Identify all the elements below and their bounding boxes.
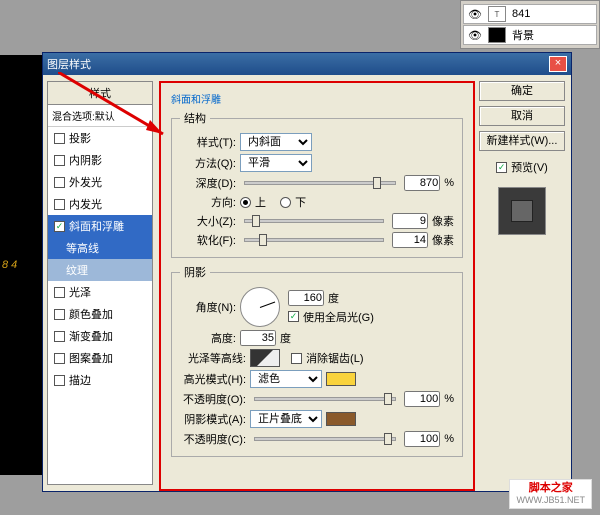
- visibility-icon[interactable]: 👁: [468, 29, 482, 42]
- gloss-label: 光泽等高线:: [180, 350, 246, 366]
- shading-group: 阴影 角度(N): 度 ✓使用全局光(G) 高度:度 光泽等高线: 消除锯齿(L…: [171, 264, 463, 457]
- highlight-opacity-slider[interactable]: [254, 397, 396, 401]
- shadow-mode-label: 阴影模式(A):: [180, 411, 246, 427]
- style-item-纹理[interactable]: 纹理: [48, 259, 152, 281]
- direction-up-radio[interactable]: [240, 197, 251, 208]
- altitude-label: 高度:: [180, 330, 236, 346]
- technique-label: 方法(Q):: [180, 155, 236, 171]
- depth-slider[interactable]: [244, 181, 396, 185]
- close-icon[interactable]: ×: [549, 56, 567, 72]
- layer-thumb: T: [488, 6, 506, 22]
- layer-row[interactable]: 👁 T 841: [463, 4, 597, 24]
- style-item-等高线[interactable]: 等高线: [48, 237, 152, 259]
- style-item-外发光[interactable]: 外发光: [48, 171, 152, 193]
- layer-name: 背景: [512, 27, 534, 43]
- angle-dial[interactable]: [240, 287, 280, 327]
- direction-down-radio[interactable]: [280, 197, 291, 208]
- new-style-button[interactable]: 新建样式(W)...: [479, 131, 565, 151]
- visibility-icon[interactable]: 👁: [468, 8, 482, 21]
- depth-label: 深度(D):: [180, 175, 236, 191]
- highlight-mode-select[interactable]: 滤色: [250, 370, 322, 388]
- preview-checkbox[interactable]: ✓: [496, 162, 507, 173]
- structure-legend: 结构: [180, 110, 210, 126]
- angle-label: 角度(N):: [180, 299, 236, 315]
- soften-input[interactable]: [392, 232, 428, 248]
- shadow-opacity-slider[interactable]: [254, 437, 396, 441]
- style-checkbox[interactable]: [54, 375, 65, 386]
- opacity-label: 不透明度(O):: [180, 391, 246, 407]
- layer-thumb: [488, 27, 506, 43]
- style-checkbox[interactable]: [54, 309, 65, 320]
- dialog-title: 图层样式: [47, 56, 91, 72]
- highlight-color-swatch[interactable]: [326, 372, 356, 386]
- structure-group: 结构 样式(T):内斜面 方法(Q):平滑 深度(D):% 方向:上 下 大小(…: [171, 110, 463, 258]
- style-checkbox[interactable]: [54, 331, 65, 342]
- style-checkbox[interactable]: [54, 353, 65, 364]
- shadow-color-swatch[interactable]: [326, 412, 356, 426]
- style-item-投影[interactable]: 投影: [48, 127, 152, 149]
- opacity-label: 不透明度(C):: [180, 431, 246, 447]
- style-item-斜面和浮雕[interactable]: ✓斜面和浮雕: [48, 215, 152, 237]
- shading-legend: 阴影: [180, 264, 210, 280]
- styles-list: 样式 混合选项:默认 投影内阴影外发光内发光✓斜面和浮雕等高线纹理光泽颜色叠加渐…: [47, 81, 153, 485]
- style-checkbox[interactable]: [54, 199, 65, 210]
- size-slider[interactable]: [244, 219, 384, 223]
- style-select[interactable]: 内斜面: [240, 133, 312, 151]
- size-label: 大小(Z):: [180, 213, 236, 229]
- style-checkbox[interactable]: ✓: [54, 221, 65, 232]
- style-item-光泽[interactable]: 光泽: [48, 281, 152, 303]
- gloss-contour[interactable]: [250, 349, 280, 367]
- style-item-内阴影[interactable]: 内阴影: [48, 149, 152, 171]
- size-input[interactable]: [392, 213, 428, 229]
- style-checkbox[interactable]: [54, 287, 65, 298]
- panel-heading: 斜面和浮雕: [171, 91, 463, 106]
- style-label: 样式(T):: [180, 134, 236, 150]
- style-checkbox[interactable]: [54, 133, 65, 144]
- layer-name: 841: [512, 8, 530, 20]
- style-checkbox[interactable]: [54, 177, 65, 188]
- shadow-opacity-input[interactable]: [404, 431, 440, 447]
- ok-button[interactable]: 确定: [479, 81, 565, 101]
- antialias-checkbox[interactable]: [291, 353, 302, 364]
- global-light-checkbox[interactable]: ✓: [288, 311, 299, 322]
- style-item-描边[interactable]: 描边: [48, 369, 152, 391]
- highlight-mode-label: 高光模式(H):: [180, 371, 246, 387]
- style-item-渐变叠加[interactable]: 渐变叠加: [48, 325, 152, 347]
- styles-header: 样式: [48, 82, 152, 105]
- style-item-颜色叠加[interactable]: 颜色叠加: [48, 303, 152, 325]
- settings-panel: 斜面和浮雕 结构 样式(T):内斜面 方法(Q):平滑 深度(D):% 方向:上…: [159, 81, 475, 485]
- effect-preview: [498, 187, 546, 235]
- highlight-opacity-input[interactable]: [404, 391, 440, 407]
- shadow-mode-select[interactable]: 正片叠底: [250, 410, 322, 428]
- direction-label: 方向:: [180, 194, 236, 210]
- angle-input[interactable]: [288, 290, 324, 306]
- style-item-图案叠加[interactable]: 图案叠加: [48, 347, 152, 369]
- soften-label: 软化(F):: [180, 232, 236, 248]
- style-item-内发光[interactable]: 内发光: [48, 193, 152, 215]
- layers-panel: 👁 T 841 👁 背景: [460, 0, 600, 49]
- layer-row[interactable]: 👁 背景: [463, 25, 597, 45]
- depth-input[interactable]: [404, 175, 440, 191]
- technique-select[interactable]: 平滑: [240, 154, 312, 172]
- titlebar[interactable]: 图层样式 ×: [43, 53, 571, 75]
- layer-style-dialog: 图层样式 × 样式 混合选项:默认 投影内阴影外发光内发光✓斜面和浮雕等高线纹理…: [42, 52, 572, 492]
- dialog-buttons: 确定 取消 新建样式(W)... ✓预览(V): [479, 81, 565, 485]
- blending-options[interactable]: 混合选项:默认: [48, 105, 152, 127]
- cancel-button[interactable]: 取消: [479, 106, 565, 126]
- style-checkbox[interactable]: [54, 155, 65, 166]
- watermark: 脚本之家 WWW.JB51.NET: [509, 479, 592, 509]
- soften-slider[interactable]: [244, 238, 384, 242]
- altitude-input[interactable]: [240, 330, 276, 346]
